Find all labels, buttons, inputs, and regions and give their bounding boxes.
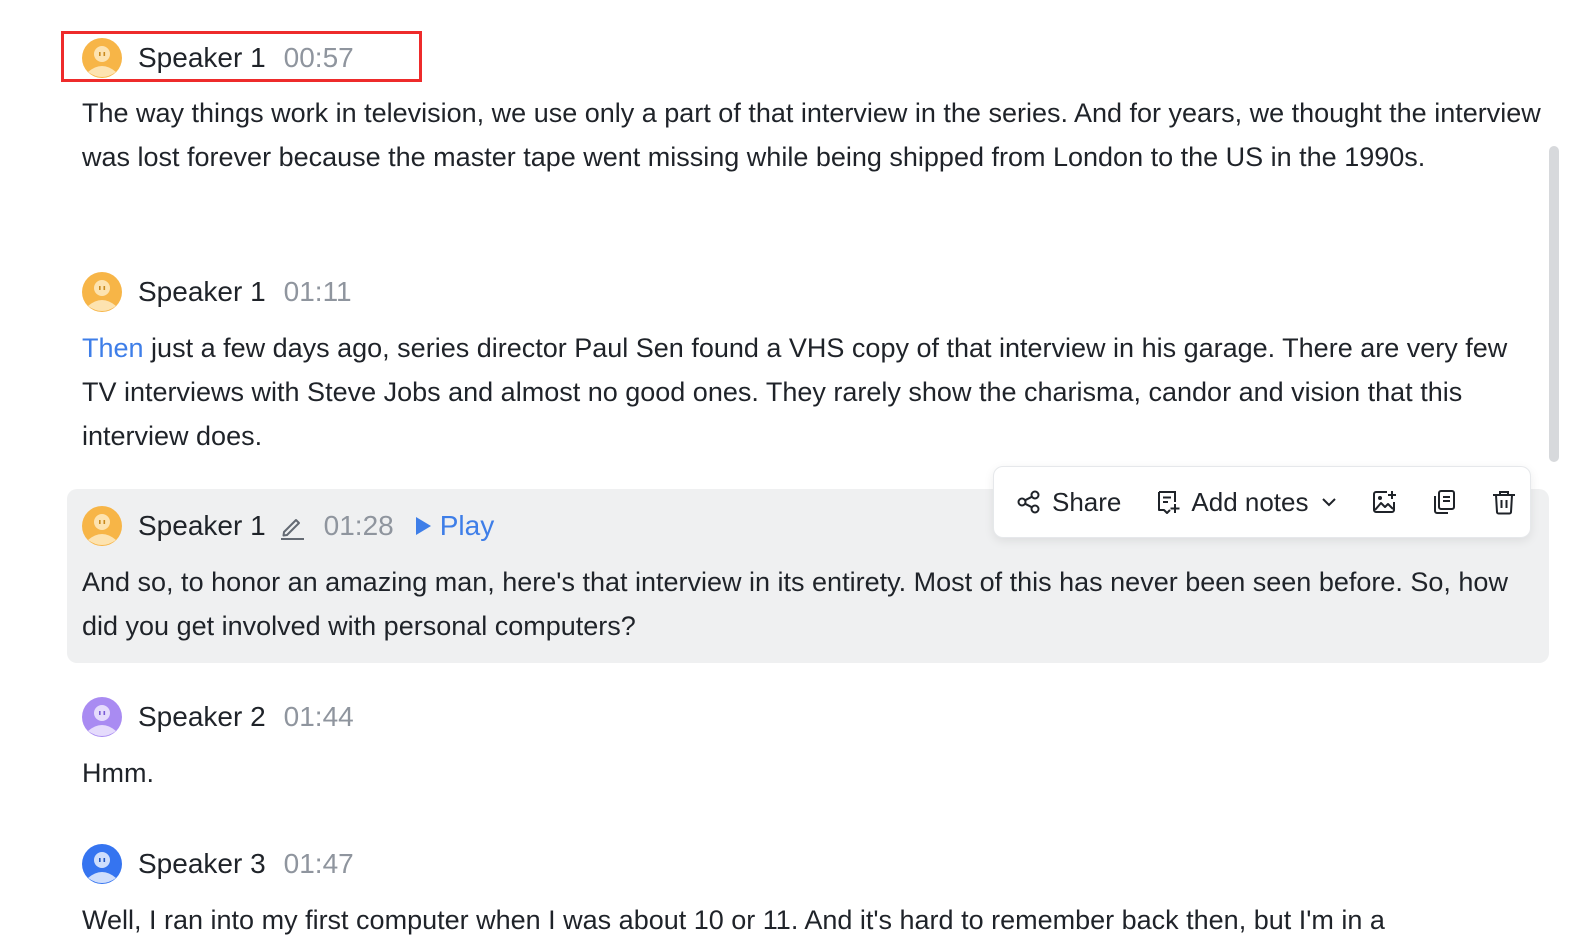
highlighted-word[interactable]: Then [82,333,144,363]
share-label: Share [1052,486,1122,517]
trash-icon [1490,488,1518,516]
transcript-page: Speaker 1 00:57 The way things work in t… [0,0,1578,942]
speaker-avatar-icon[interactable] [82,272,122,312]
speaker-name[interactable]: Speaker 2 [138,701,266,733]
copy-button[interactable] [1430,488,1458,516]
speaker-avatar-icon[interactable] [82,844,122,884]
timestamp[interactable]: 01:47 [284,848,354,880]
edit-pencil-icon[interactable] [278,512,306,540]
transcript-text-rest: just a few days ago, series director Pau… [82,333,1508,451]
transcript-text[interactable]: Hmm. [82,751,1542,795]
insert-image-button[interactable] [1370,488,1398,516]
transcript-entry: Speaker 1 01:11 Then just a few days ago… [67,267,1549,467]
add-notes-label: Add notes [1191,486,1309,517]
delete-button[interactable] [1490,488,1518,516]
speaker-header: Speaker 1 01:11 [82,272,352,312]
play-button[interactable]: Play [415,510,495,542]
copy-icon [1430,488,1458,516]
speaker-header: Speaker 1 01:28 Play [82,506,494,546]
vertical-scrollbar[interactable] [1549,146,1559,462]
timestamp[interactable]: 01:11 [284,276,352,308]
transcript-text[interactable]: And so, to honor an amazing man, here's … [82,560,1542,648]
add-notes-button[interactable]: Add notes [1155,487,1338,518]
speaker-header: Speaker 3 01:47 [82,844,354,884]
speaker-header: Speaker 2 01:44 [82,697,354,737]
speaker-avatar-icon[interactable] [82,506,122,546]
chevron-down-icon[interactable] [1320,493,1338,511]
transcript-text[interactable]: Then just a few days ago, series directo… [82,326,1542,458]
insert-image-icon [1370,488,1398,516]
transcript-text[interactable]: Well, I ran into my first computer when … [82,898,1542,942]
transcript-text[interactable]: The way things work in television, we us… [82,91,1542,179]
timestamp[interactable]: 01:44 [284,701,354,733]
share-icon [1016,489,1042,515]
floating-toolbar: Share Add notes [993,466,1531,538]
speaker-name[interactable]: Speaker 1 [138,510,266,542]
timestamp[interactable]: 01:28 [324,510,394,542]
add-notes-icon [1155,489,1181,515]
share-button[interactable]: Share [1016,487,1121,518]
play-icon [415,517,431,535]
speaker-name[interactable]: Speaker 1 [138,276,266,308]
play-label: Play [439,510,495,541]
transcript-entry: Speaker 2 01:44 Hmm. [67,692,1549,812]
speaker-name[interactable]: Speaker 3 [138,848,266,880]
highlight-box [61,31,422,82]
speaker-avatar-icon[interactable] [82,697,122,737]
transcript-entry: Speaker 3 01:47 Well, I ran into my firs… [67,839,1549,942]
